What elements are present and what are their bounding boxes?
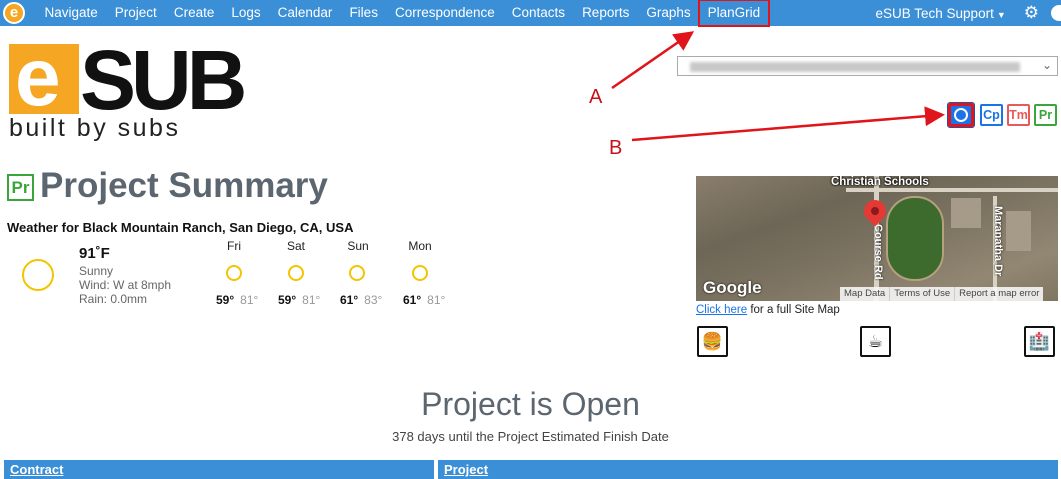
map-footer: Map Data Terms of Use Report a map error: [840, 287, 1044, 301]
forecast-temps: 61° 81°: [403, 293, 445, 307]
nav-item-contacts[interactable]: Contacts: [503, 0, 573, 26]
caret-down-icon: ▼: [996, 9, 1006, 20]
map-field: [886, 196, 944, 281]
contract-link[interactable]: Contract: [4, 462, 63, 477]
project-select[interactable]: ⌄: [677, 56, 1058, 76]
sunny-icon: [288, 265, 304, 281]
sunny-icon: [22, 259, 54, 291]
top-navbar: e Navigate Project Create Logs Calendar …: [0, 0, 1061, 27]
search-button[interactable]: [947, 102, 975, 128]
nav-item-logs[interactable]: Logs: [223, 0, 269, 26]
site-map-link-line: Click here for a full Site Map: [696, 304, 840, 316]
sunny-icon: [412, 265, 428, 281]
annotation-label-b: B: [609, 137, 623, 159]
today-wind: Wind: W at 8mph: [79, 278, 172, 292]
forecast-low: 61°: [340, 293, 359, 307]
project-status-subtitle: 378 days until the Project Estimated Fin…: [392, 429, 669, 444]
map-building: [951, 198, 981, 228]
user-menu[interactable]: eSUB Tech Support ▼: [876, 6, 1006, 21]
map-data-link[interactable]: Map Data: [840, 287, 889, 301]
tm-button[interactable]: Tm: [1007, 104, 1030, 126]
help-icon[interactable]: [1051, 5, 1061, 21]
nav-item-files[interactable]: Files: [341, 0, 387, 26]
forecast-low: 61°: [403, 293, 422, 307]
search-icon: [954, 108, 968, 122]
nav-item-graphs[interactable]: Graphs: [638, 0, 699, 26]
forecast-day: Fri: [227, 239, 241, 253]
pr-badge-icon: Pr: [7, 174, 34, 201]
nav-item-navigate[interactable]: Navigate: [36, 0, 106, 26]
nav-item-plangrid[interactable]: PlanGrid: [698, 0, 770, 27]
cp-button[interactable]: Cp: [980, 104, 1003, 126]
sunny-icon: [349, 265, 365, 281]
coffee-icon[interactable]: ☕: [860, 326, 891, 357]
terms-of-use-link[interactable]: Terms of Use: [889, 287, 954, 301]
esub-logo: e SUB built by subs: [9, 32, 254, 142]
nav-item-create[interactable]: Create: [165, 0, 223, 26]
pr-button[interactable]: Pr: [1034, 104, 1057, 126]
today-temperature: 91˚F: [79, 245, 110, 262]
forecast-high: 81°: [240, 293, 259, 307]
nav-menu: Navigate Project Create Logs Calendar Fi…: [36, 0, 770, 27]
nav-item-reports[interactable]: Reports: [574, 0, 638, 26]
google-logo: Google: [703, 278, 762, 297]
forecast-day: Mon: [408, 239, 432, 253]
forecast-temps: 61° 83°: [340, 293, 382, 307]
map-label-street: Course Rd: [872, 224, 884, 280]
esub-logo-icon[interactable]: e: [3, 2, 25, 24]
weather-title: Weather for Black Mountain Ranch, San Di…: [7, 220, 354, 235]
sunny-icon: [226, 265, 242, 281]
logo-tagline: built by subs: [9, 114, 181, 142]
hospital-icon[interactable]: 🏥: [1024, 326, 1055, 357]
project-link[interactable]: Project: [438, 462, 488, 477]
food-icon[interactable]: 🍔: [697, 326, 728, 357]
forecast-high: 81°: [302, 293, 321, 307]
nav-item-calendar[interactable]: Calendar: [269, 0, 341, 26]
site-map-link[interactable]: Click here: [696, 304, 747, 316]
forecast-day: Sun: [347, 239, 369, 253]
map-label-school: Christian Schools: [831, 176, 929, 188]
chevron-down-icon: ⌄: [1041, 58, 1052, 72]
contract-section-header: Contract: [4, 460, 434, 479]
report-error-link[interactable]: Report a map error: [954, 287, 1043, 301]
forecast-temps: 59° 81°: [278, 293, 320, 307]
today-rain: Rain: 0.0mm: [79, 292, 148, 306]
forecast-low: 59°: [216, 293, 235, 307]
map-building: [1006, 211, 1031, 251]
nav-right: eSUB Tech Support ▼ ⚙: [876, 0, 1061, 26]
forecast-high: 83°: [364, 293, 383, 307]
forecast-high: 81°: [427, 293, 446, 307]
project-status: Project is Open: [421, 386, 640, 422]
gear-icon[interactable]: ⚙: [1024, 0, 1039, 26]
site-map[interactable]: Christian Schools Course Rd Maranatha Dr…: [696, 176, 1058, 301]
nav-item-correspondence[interactable]: Correspondence: [386, 0, 503, 26]
user-name: eSUB Tech Support: [875, 5, 994, 21]
logo-e-letter: e: [15, 32, 61, 123]
site-map-link-suffix: for a full Site Map: [747, 304, 840, 316]
nav-item-project[interactable]: Project: [106, 0, 165, 26]
map-label-street: Maranatha Dr: [992, 206, 1004, 277]
page-title: Project Summary: [40, 166, 328, 205]
annotation-label-a: A: [589, 86, 603, 108]
forecast-day: Sat: [286, 239, 305, 253]
forecast-temps: 59° 81°: [216, 293, 258, 307]
logo-e-block: e: [9, 32, 79, 123]
forecast-low: 59°: [278, 293, 297, 307]
project-section-header: Project: [438, 460, 1058, 479]
today-condition: Sunny: [79, 264, 114, 278]
redacted-project-name: [690, 62, 1020, 72]
